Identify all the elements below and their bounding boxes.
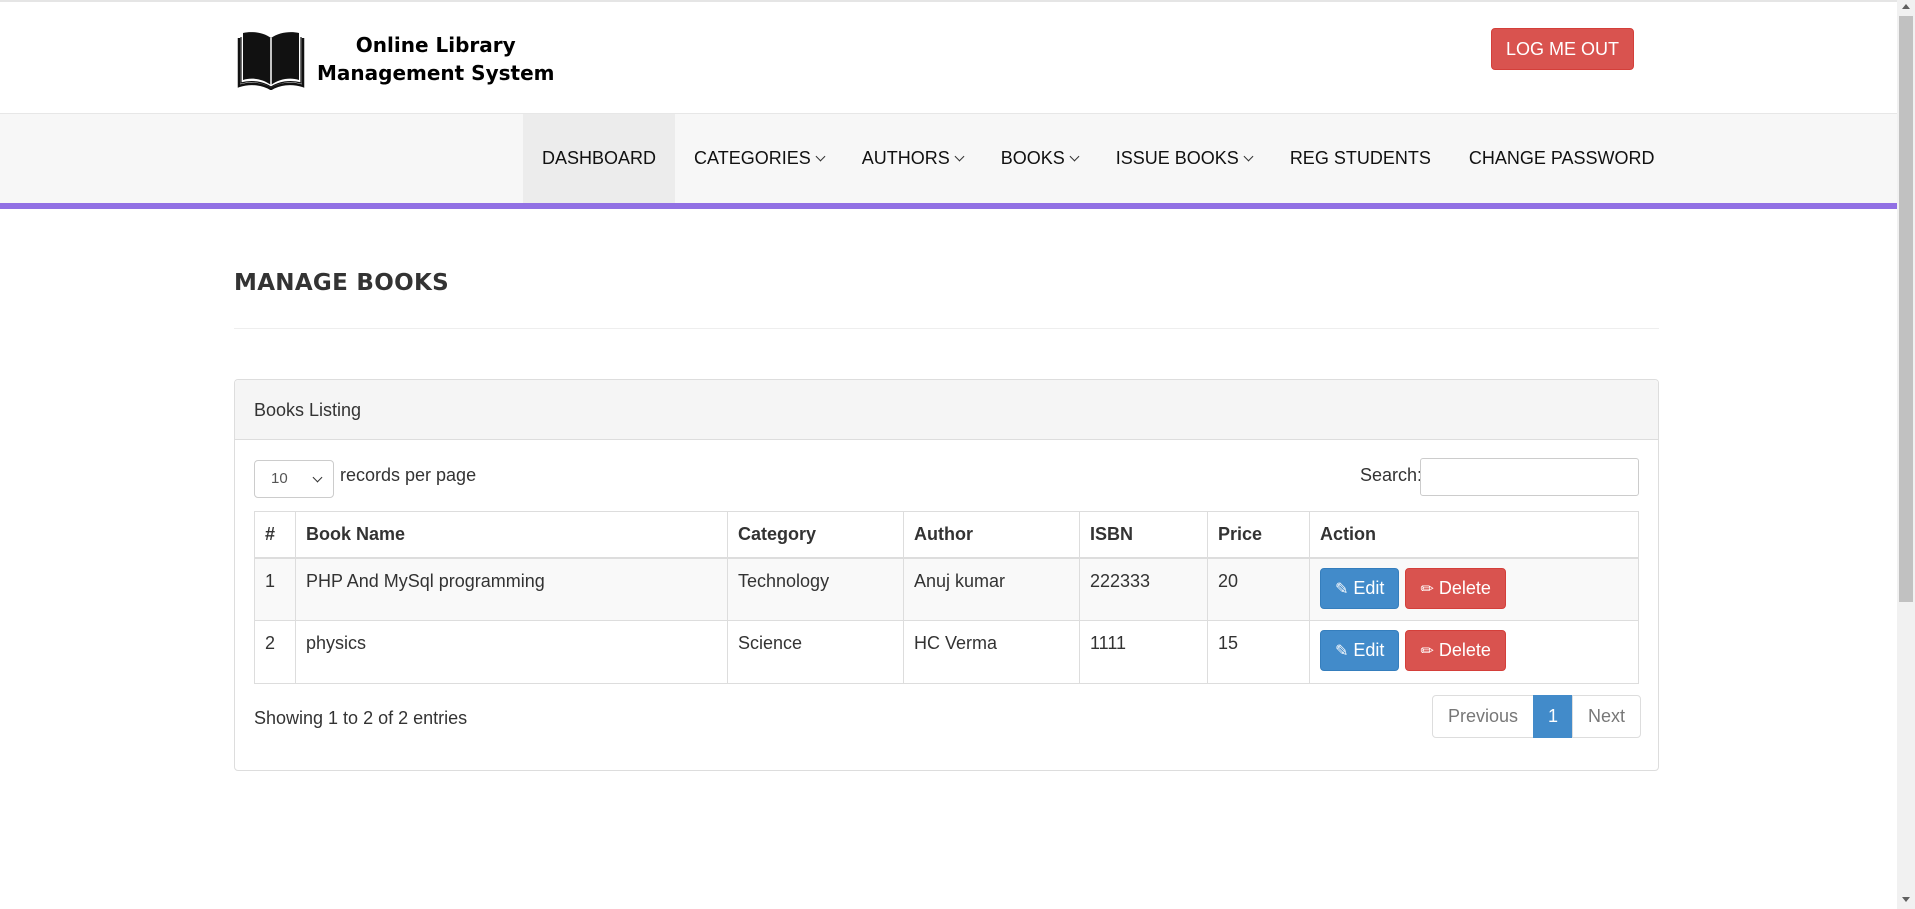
cell-category: Technology bbox=[727, 557, 904, 621]
logo-line-1: Online Library bbox=[355, 33, 516, 57]
chevron-down-icon bbox=[312, 472, 323, 483]
chevron-down-icon bbox=[1069, 151, 1080, 162]
edit-label: Edit bbox=[1353, 577, 1385, 598]
col-header-book-name[interactable]: Book Name bbox=[295, 511, 728, 559]
table-row: 2 physics Science HC Verma 1111 15 ✎ Edit… bbox=[254, 620, 1639, 684]
pagination-previous[interactable]: Previous bbox=[1432, 695, 1535, 738]
cell-number: 2 bbox=[254, 620, 296, 684]
col-header-author[interactable]: Author bbox=[903, 511, 1080, 559]
scrollbar-thumb[interactable] bbox=[1899, 16, 1913, 602]
chevron-down-icon bbox=[1243, 151, 1254, 162]
nav-item-change-password[interactable]: CHANGE PASSWORD bbox=[1450, 114, 1674, 203]
main-nav: DASHBOARD CATEGORIES AUTHORS BOOKS ISSUE… bbox=[0, 113, 1897, 209]
edit-button[interactable]: ✎ Edit bbox=[1320, 567, 1400, 609]
nav-item-label: BOOKS bbox=[1000, 148, 1065, 168]
pagination-next[interactable]: Next bbox=[1572, 695, 1642, 738]
col-header-price[interactable]: Price bbox=[1207, 511, 1310, 559]
cell-author: HC Verma bbox=[903, 620, 1080, 684]
nav-item-dashboard[interactable]: DASHBOARD bbox=[523, 114, 676, 203]
cell-book-name: PHP And MySql programming bbox=[295, 557, 728, 621]
records-per-page-label: records per page bbox=[340, 465, 477, 485]
nav-item-label: DASHBOARD bbox=[542, 148, 657, 168]
nav-item-categories[interactable]: CATEGORIES bbox=[675, 114, 843, 203]
cell-isbn: 1111 bbox=[1079, 620, 1208, 684]
books-table: # Book Name Category Author ISBN Price A… bbox=[254, 511, 1639, 684]
table-row: 1 PHP And MySql programming Technology A… bbox=[254, 557, 1639, 621]
nav-item-label: CHANGE PASSWORD bbox=[1468, 148, 1655, 168]
pagination: Previous 1 Next bbox=[1432, 695, 1642, 738]
cell-category: Science bbox=[727, 620, 904, 684]
cell-price: 20 bbox=[1207, 557, 1310, 621]
logo-text: Online Library Management System bbox=[317, 31, 555, 87]
nav-item-books[interactable]: BOOKS bbox=[982, 114, 1097, 203]
chevron-down-icon bbox=[954, 151, 965, 162]
col-header-isbn[interactable]: ISBN bbox=[1079, 511, 1208, 559]
edit-label: Edit bbox=[1353, 640, 1385, 660]
cell-author: Anuj kumar bbox=[903, 557, 1080, 621]
nav-item-label: ISSUE BOOKS bbox=[1115, 148, 1239, 168]
open-book-icon bbox=[237, 32, 305, 90]
cell-book-name: physics bbox=[295, 620, 728, 684]
delete-label: Delete bbox=[1438, 577, 1491, 598]
books-listing-panel: Books Listing 10 records per page Search… bbox=[234, 379, 1659, 771]
pencil-icon: ✏ bbox=[1420, 580, 1434, 598]
records-per-page-value: 10 bbox=[271, 470, 288, 487]
records-per-page-select[interactable]: 10 bbox=[254, 460, 334, 498]
pencil-icon: ✏ bbox=[1420, 643, 1434, 660]
cell-action: ✎ Edit ✏ Delete bbox=[1309, 620, 1639, 684]
col-header-number[interactable]: # bbox=[254, 511, 296, 559]
delete-label: Delete bbox=[1438, 640, 1491, 660]
logo-line-2: Management System bbox=[317, 61, 555, 85]
table-header-row: # Book Name Category Author ISBN Price A… bbox=[254, 511, 1639, 559]
header: Online Library Management System LOG ME … bbox=[0, 2, 1897, 113]
table-info: Showing 1 to 2 of 2 entries bbox=[254, 708, 468, 728]
edit-button[interactable]: ✎ Edit bbox=[1320, 630, 1400, 671]
chevron-down-icon bbox=[815, 151, 826, 162]
logo[interactable]: Online Library Management System bbox=[237, 28, 555, 90]
logout-button[interactable]: LOG ME OUT bbox=[1491, 28, 1634, 70]
nav-item-label: REG STUDENTS bbox=[1289, 148, 1431, 168]
page-title: MANAGE BOOKS bbox=[234, 270, 449, 296]
scroll-up-arrow-icon[interactable] bbox=[1902, 4, 1910, 9]
col-header-category[interactable]: Category bbox=[727, 511, 904, 559]
nav-item-issue-books[interactable]: ISSUE BOOKS bbox=[1097, 114, 1271, 203]
title-divider bbox=[234, 328, 1659, 329]
delete-button[interactable]: ✏ Delete bbox=[1405, 567, 1506, 609]
col-header-action[interactable]: Action bbox=[1309, 511, 1639, 559]
cell-isbn: 222333 bbox=[1079, 557, 1208, 621]
cell-action: ✎ Edit ✏ Delete bbox=[1309, 557, 1639, 621]
vertical-scrollbar[interactable] bbox=[1897, 0, 1915, 909]
edit-icon: ✎ bbox=[1335, 580, 1349, 598]
nav-item-label: CATEGORIES bbox=[694, 148, 811, 168]
delete-button[interactable]: ✏ Delete bbox=[1405, 630, 1506, 671]
edit-icon: ✎ bbox=[1335, 643, 1349, 660]
cell-price: 15 bbox=[1207, 620, 1310, 684]
nav-item-authors[interactable]: AUTHORS bbox=[843, 114, 982, 203]
search-label: Search: bbox=[1360, 465, 1423, 485]
scroll-down-arrow-icon[interactable] bbox=[1902, 897, 1910, 902]
nav-item-label: AUTHORS bbox=[861, 148, 950, 168]
search-input[interactable] bbox=[1420, 458, 1639, 496]
pagination-page-1[interactable]: 1 bbox=[1533, 695, 1574, 738]
cell-number: 1 bbox=[254, 557, 296, 621]
panel-heading: Books Listing bbox=[235, 380, 1658, 440]
page: Online Library Management System LOG ME … bbox=[0, 0, 1897, 909]
nav-item-reg-students[interactable]: REG STUDENTS bbox=[1271, 114, 1450, 203]
